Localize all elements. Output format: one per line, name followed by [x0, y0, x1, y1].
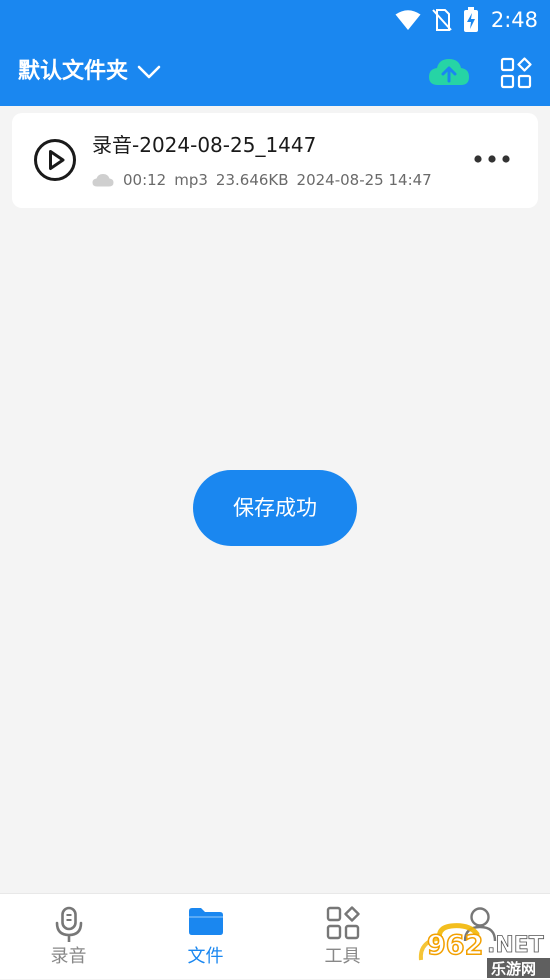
tools-grid-icon	[326, 906, 360, 940]
file-list-item[interactable]: 录音-2024-08-25_1447 00:12 mp3 23.646KB 20…	[12, 113, 538, 208]
nav-label-files: 文件	[187, 946, 224, 967]
nav-item-files[interactable]: 文件	[137, 894, 274, 980]
folder-selector[interactable]: 默认文件夹	[18, 56, 162, 88]
battery-charging-icon	[463, 7, 478, 32]
svg-text:.NET: .NET	[487, 933, 544, 958]
nav-label-tools: 工具	[324, 946, 361, 967]
chevron-down-icon	[137, 65, 161, 79]
grid-apps-icon[interactable]	[500, 57, 532, 89]
nav-label-record: 录音	[50, 946, 87, 967]
file-duration: 00:12	[123, 171, 167, 189]
svg-text:962: 962	[427, 930, 483, 961]
nav-item-record[interactable]: 录音	[0, 894, 137, 980]
file-date: 2024-08-25 14:47	[296, 171, 432, 189]
cloud-upload-icon[interactable]	[428, 56, 470, 90]
nav-item-tools[interactable]: 工具	[274, 894, 411, 980]
status-bar: 2:48	[0, 0, 550, 40]
status-icons: 2:48	[395, 6, 538, 34]
svg-text:乐游网: 乐游网	[491, 960, 536, 978]
folder-title: 默认文件夹	[18, 59, 129, 84]
file-size: 23.646KB	[215, 171, 289, 189]
wifi-icon	[395, 10, 421, 30]
file-meta: 00:12 mp3 23.646KB 2024-08-25 14:47	[92, 169, 432, 191]
more-horizontal-icon[interactable]	[470, 147, 514, 171]
status-time: 2:48	[490, 8, 538, 32]
file-format: mp3	[174, 171, 208, 189]
toast-message: 保存成功	[193, 470, 357, 546]
file-name: 录音-2024-08-25_1447	[92, 133, 317, 157]
no-sim-icon	[432, 9, 452, 31]
microphone-icon	[55, 906, 82, 942]
watermark-logo: 962 .NET 乐游网	[418, 923, 550, 978]
folder-icon	[188, 908, 223, 935]
app-header: 默认文件夹	[0, 40, 550, 106]
play-circle-icon[interactable]	[33, 138, 77, 182]
cloud-icon	[92, 174, 114, 187]
